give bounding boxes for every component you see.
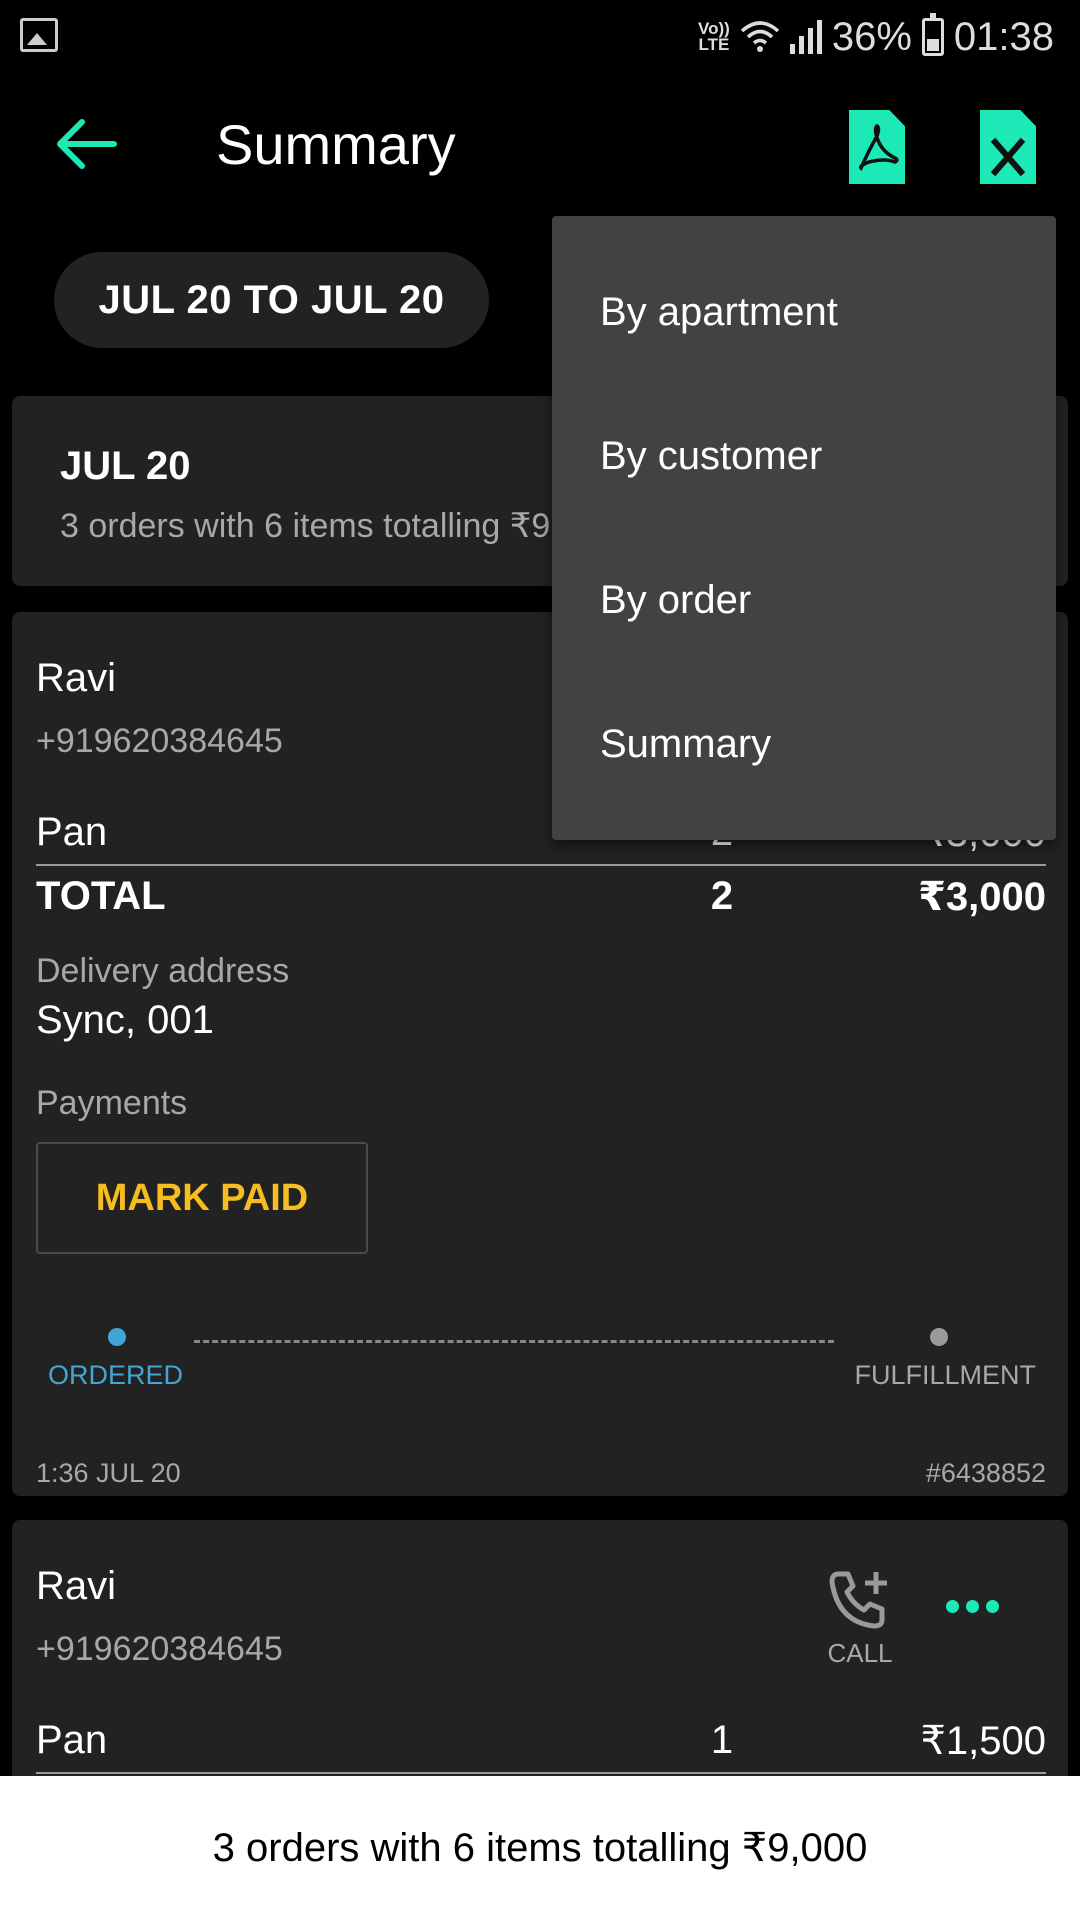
page-title: Summary (216, 113, 456, 176)
step-ordered-label: ORDERED (48, 1360, 184, 1390)
total-divider (36, 864, 1046, 866)
total-label: TOTAL (36, 874, 166, 918)
more-options-icon[interactable] (946, 1600, 999, 1613)
item-name: Pan (36, 810, 108, 854)
item-qty: 1 (710, 1718, 734, 1762)
status-indicators: Vo)) LTE 36% 01:38 (698, 12, 1054, 62)
day-date: JUL 20 (60, 444, 191, 488)
customer-phone[interactable]: +919620384645 (36, 1630, 283, 1669)
delivery-address-label: Delivery address (36, 952, 290, 990)
delivery-address: Sync, 001 (36, 998, 214, 1042)
total-amount: ₹3,000 (918, 875, 1046, 919)
item-name: Pan (36, 1718, 108, 1762)
export-type-menu: By apartment By customer By order Summar… (552, 216, 1056, 840)
battery-icon (921, 13, 944, 56)
menu-item-by-order[interactable]: By order (552, 528, 1056, 672)
item-amount: ₹1,500 (920, 1719, 1046, 1763)
pdf-export-icon[interactable] (849, 110, 905, 184)
step-ordered-dot (108, 1328, 126, 1346)
order-timestamp: 1:36 JUL 20 (36, 1458, 181, 1488)
bottom-summary-bar: 3 orders with 6 items totalling ₹9,000 (0, 1776, 1080, 1920)
day-summary-text: 3 orders with 6 items totalling ₹9,000 (60, 507, 617, 545)
step-fulfillment-dot (930, 1328, 948, 1346)
bottom-summary-text: 3 orders with 6 items totalling ₹9,000 (212, 1826, 868, 1870)
customer-name: Ravi (36, 656, 117, 700)
payments-label: Payments (36, 1084, 188, 1122)
date-range-chip[interactable]: JUL 20 TO JUL 20 (54, 252, 489, 348)
menu-item-by-customer[interactable]: By customer (552, 384, 1056, 528)
cell-signal-icon (789, 20, 822, 54)
customer-phone[interactable]: +919620384645 (36, 722, 283, 761)
back-arrow-icon[interactable] (52, 116, 118, 172)
mark-paid-button[interactable]: MARK PAID (36, 1142, 368, 1254)
customer-name: Ravi (36, 1564, 117, 1608)
add-call-icon (829, 1571, 887, 1629)
total-qty: 2 (710, 874, 734, 918)
battery-percent: 36% (831, 14, 912, 59)
clock: 01:38 (953, 14, 1054, 59)
excel-export-icon[interactable] (980, 110, 1036, 184)
gallery-notification-icon (20, 18, 58, 52)
order-id: #6438852 (925, 1458, 1046, 1488)
wifi-icon (740, 21, 779, 52)
volte-icon: Vo)) LTE (698, 19, 730, 54)
total-row: TOTAL 2 ₹3,000 (36, 874, 1046, 928)
step-fulfillment-label: FULFILLMENT (854, 1360, 1036, 1390)
progress-dashed-line (194, 1340, 834, 1343)
total-divider (36, 1772, 1046, 1774)
line-item-row: Pan 1 ₹1,500 (36, 1718, 1046, 1772)
menu-item-summary[interactable]: Summary (552, 672, 1056, 816)
call-button[interactable]: CALL (814, 1568, 906, 1669)
status-bar: Vo)) LTE 36% 01:38 (0, 0, 1080, 74)
call-label: CALL (827, 1638, 893, 1668)
app-bar: Summary (0, 74, 1080, 214)
menu-item-by-apartment[interactable]: By apartment (552, 216, 1056, 384)
